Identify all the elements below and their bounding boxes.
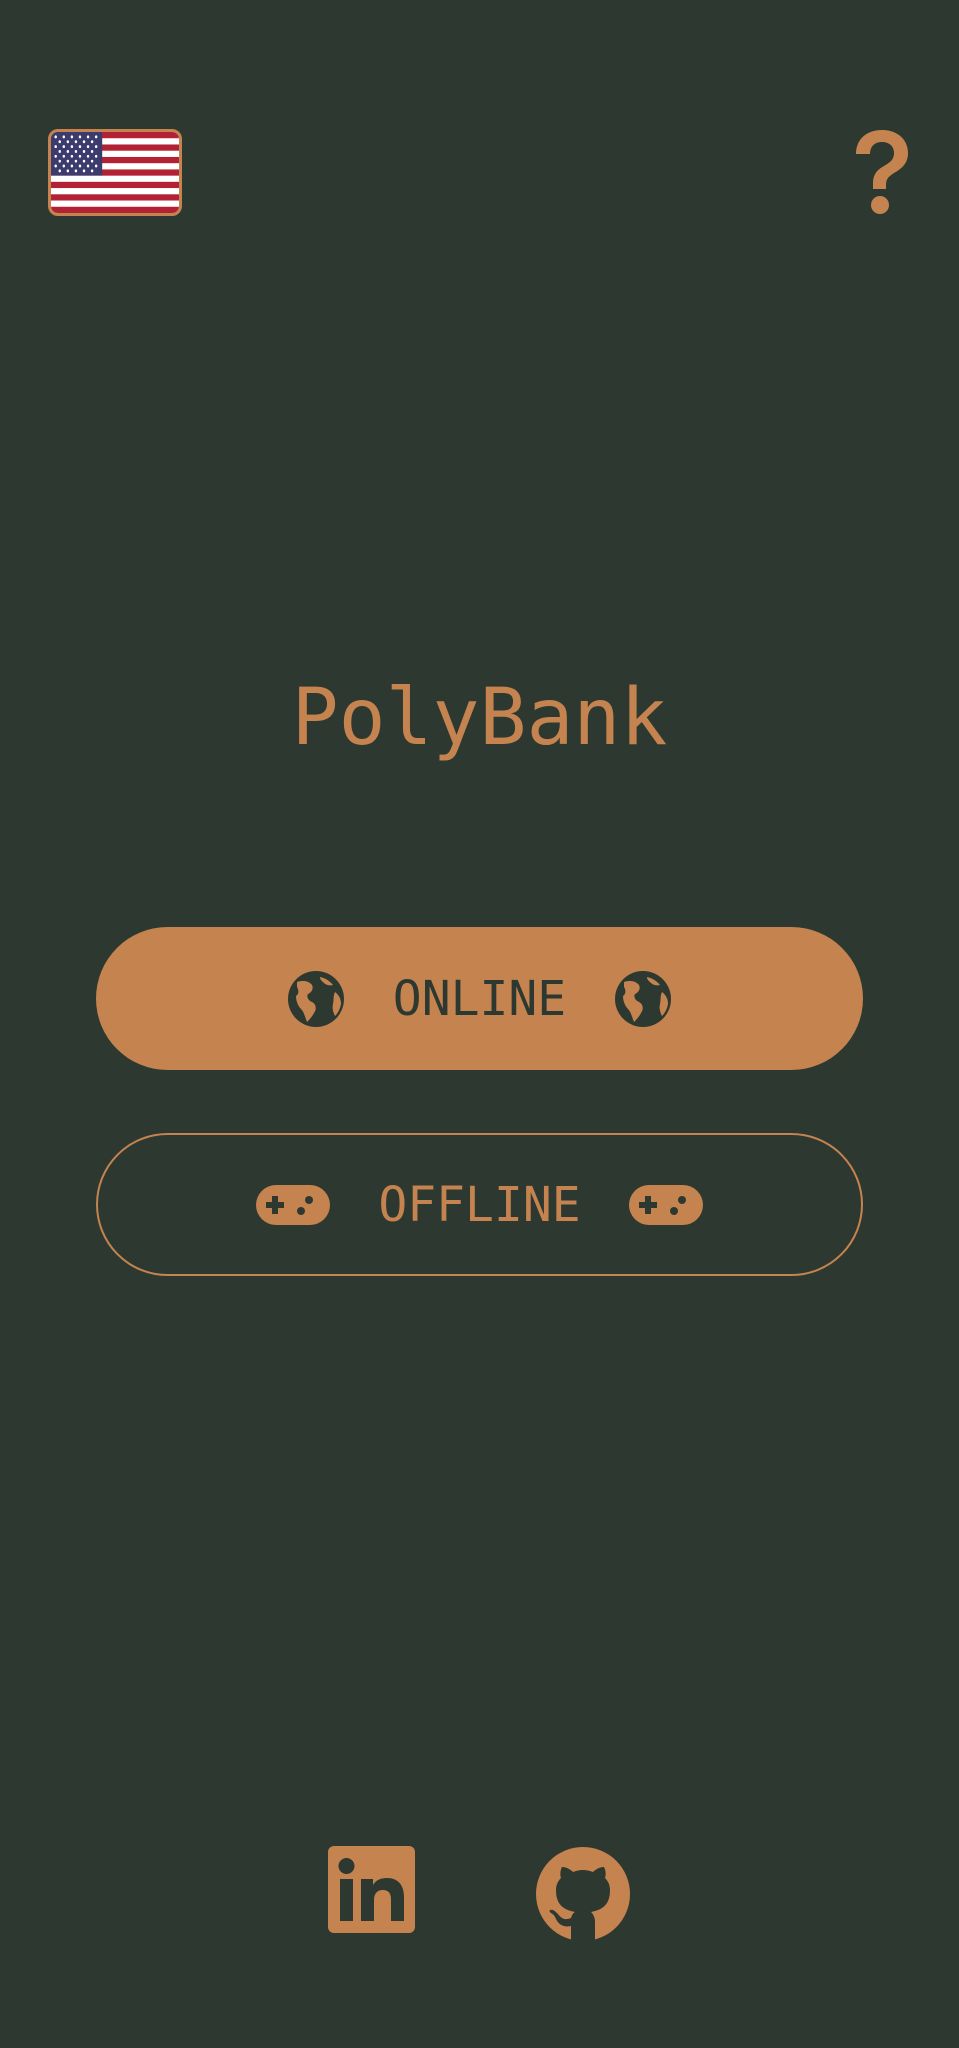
github-link[interactable] [535,1846,631,1942]
online-button[interactable]: ONLINE [96,927,863,1070]
help-button[interactable] [846,126,916,216]
offline-label: OFFLINE [378,1176,581,1233]
gamepad-icon [628,1184,703,1225]
globe-icon [287,970,345,1028]
globe-icon [614,970,672,1028]
question-mark-icon [856,130,908,214]
app-title: PolyBank [291,673,668,763]
language-flag-button[interactable] [48,129,182,216]
gamepad-icon [256,1184,331,1225]
online-label: ONLINE [392,970,567,1027]
us-flag-icon [51,132,179,213]
offline-button[interactable]: OFFLINE [96,1133,863,1276]
linkedin-icon [328,1846,415,1933]
linkedin-link[interactable] [328,1846,415,1933]
github-icon [536,1847,630,1941]
